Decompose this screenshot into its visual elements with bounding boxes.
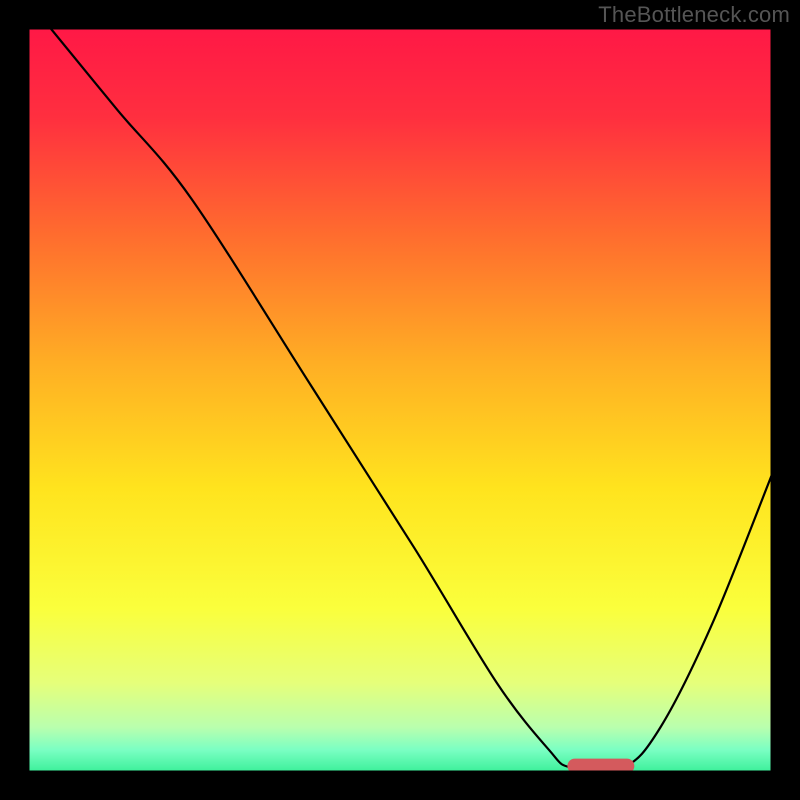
watermark-text: TheBottleneck.com bbox=[598, 2, 790, 28]
bottleneck-chart bbox=[0, 0, 800, 800]
plot-background-gradient bbox=[28, 28, 772, 772]
chart-frame: TheBottleneck.com bbox=[0, 0, 800, 800]
